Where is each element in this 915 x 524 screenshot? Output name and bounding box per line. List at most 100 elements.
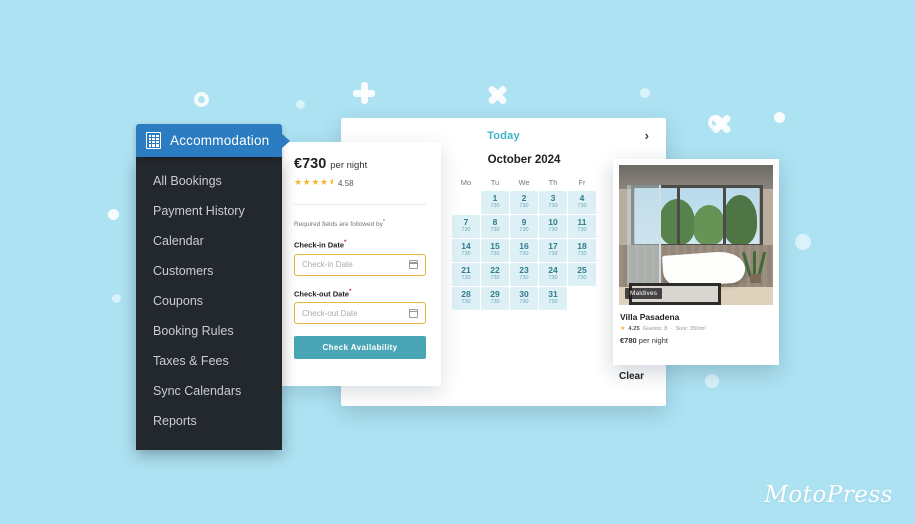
day-number: 7: [463, 217, 469, 228]
day-number: 10: [548, 217, 558, 228]
day-price: 730: [490, 251, 500, 258]
price-row: €730 per night: [294, 156, 426, 172]
property-guests: Guests: 8: [642, 325, 668, 332]
required-mark: *: [382, 219, 385, 225]
day-cell[interactable]: 23 730: [510, 263, 538, 286]
checkin-label-text: Check-in Date: [294, 240, 345, 250]
day-price: 730: [490, 299, 500, 306]
property-rating: 4.25: [628, 325, 640, 332]
day-number: 4: [579, 193, 585, 204]
cross-decoration: [710, 113, 732, 135]
sidebar-item-all-bookings[interactable]: All Bookings: [136, 166, 282, 196]
dot-decoration: [705, 374, 719, 388]
day-cell[interactable]: 17 730: [539, 239, 567, 262]
weekday: Fr: [578, 178, 586, 187]
day-number: 25: [577, 265, 587, 276]
checkout-label-text: Check-out Date: [294, 289, 350, 299]
day-number: 30: [519, 289, 529, 300]
day-cell[interactable]: 10 730: [539, 215, 567, 238]
building-icon: [146, 132, 161, 149]
required-fields-note: Required fields are followed by*: [294, 219, 426, 228]
day-number: 23: [519, 265, 529, 276]
month-title: October 2024: [452, 154, 596, 166]
day-cell[interactable]: 9 730: [510, 215, 538, 238]
sidebar-item-customers[interactable]: Customers: [136, 256, 282, 286]
day-number: 14: [461, 241, 471, 252]
checkin-input[interactable]: Check-in Date: [294, 253, 426, 276]
day-price: 730: [577, 203, 587, 210]
day-cell[interactable]: 1 730: [481, 191, 509, 214]
day-cell[interactable]: 4 730: [568, 191, 596, 214]
sidebar-item-reports[interactable]: Reports: [136, 406, 282, 436]
checkout-placeholder: Check-out Date: [302, 308, 358, 318]
day-cell[interactable]: 30 730: [510, 287, 538, 310]
property-card[interactable]: Maldives Villa Pasadena ★ 4.25 Guests: 8…: [613, 159, 779, 365]
checkout-input[interactable]: Check-out Date: [294, 302, 426, 325]
day-number: 9: [521, 217, 527, 228]
booking-form-card: €730 per night ★★★★⯨ 4.58 Required field…: [279, 142, 441, 386]
sidebar-item-calendar[interactable]: Calendar: [136, 226, 282, 256]
checkin-placeholder: Check-in Date: [302, 260, 353, 270]
next-month-icon[interactable]: ›: [645, 129, 649, 142]
day-cell-empty: [568, 287, 596, 310]
day-cell[interactable]: 24 730: [539, 263, 567, 286]
day-number: 8: [492, 217, 498, 228]
day-price: 730: [519, 251, 529, 258]
day-cell[interactable]: 15 730: [481, 239, 509, 262]
day-cell[interactable]: 2 730: [510, 191, 538, 214]
day-cell[interactable]: 7 730: [452, 215, 480, 238]
day-cell[interactable]: 25 730: [568, 263, 596, 286]
day-cell[interactable]: 22 730: [481, 263, 509, 286]
sidebar-item-coupons[interactable]: Coupons: [136, 286, 282, 316]
property-price-value: €780: [620, 336, 637, 345]
property-photo: Maldives: [619, 165, 773, 305]
checkout-label: Check-out Date*: [294, 288, 426, 299]
day-number: 2: [521, 193, 527, 204]
sidebar-item-accommodation[interactable]: Accommodation: [136, 124, 290, 157]
property-price: €780 per night: [620, 336, 773, 345]
day-number: 21: [461, 265, 471, 276]
day-price: 730: [548, 299, 558, 306]
day-number: 18: [577, 241, 587, 252]
weekday: Tu: [490, 178, 500, 187]
day-cell[interactable]: 3 730: [539, 191, 567, 214]
day-cell[interactable]: 31 730: [539, 287, 567, 310]
dot-decoration: [108, 209, 119, 220]
dot-decoration: [296, 100, 305, 109]
day-price: 730: [548, 203, 558, 210]
dot-decoration: [112, 294, 121, 303]
clear-button[interactable]: Clear: [619, 371, 644, 382]
dot-decoration: [640, 88, 650, 98]
calendar-icon[interactable]: [409, 308, 418, 318]
check-availability-button[interactable]: Check Availability: [294, 336, 426, 360]
day-number: 24: [548, 265, 558, 276]
property-size: Size: 350m²: [675, 325, 707, 332]
today-button[interactable]: Today: [487, 130, 520, 142]
rating-row: ★★★★⯨ 4.58: [294, 175, 426, 191]
sidebar-item-booking-rules[interactable]: Booking Rules: [136, 316, 282, 346]
day-cell[interactable]: 11 730: [568, 215, 596, 238]
sidebar-item-payment-history[interactable]: Payment History: [136, 196, 282, 226]
day-cell[interactable]: 8 730: [481, 215, 509, 238]
day-cell[interactable]: 14 730: [452, 239, 480, 262]
sidebar-item-sync-calendars[interactable]: Sync Calendars: [136, 376, 282, 406]
weekday: Th: [548, 178, 558, 187]
calendar-icon[interactable]: [409, 260, 418, 270]
photo-plant-pot: [750, 274, 761, 283]
day-price: 730: [519, 299, 529, 306]
star-rating-icon: ★★★★⯨: [294, 177, 335, 187]
day-cell[interactable]: 16 730: [510, 239, 538, 262]
sidebar-item-taxes-fees[interactable]: Taxes & Fees: [136, 346, 282, 376]
accommodation-label: Accommodation: [170, 133, 270, 148]
day-cell[interactable]: 18 730: [568, 239, 596, 262]
day-price: 730: [490, 203, 500, 210]
price-unit: per night: [330, 160, 368, 171]
day-cell[interactable]: 29730: [481, 287, 509, 310]
photo-window-mullion: [723, 185, 726, 247]
day-cell[interactable]: 28730: [452, 287, 480, 310]
day-cell[interactable]: 21 730: [452, 263, 480, 286]
checkin-label: Check-in Date*: [294, 239, 426, 250]
chevron-right-icon: [281, 133, 290, 149]
day-price: 730: [519, 227, 529, 234]
day-price: 730: [577, 251, 587, 258]
